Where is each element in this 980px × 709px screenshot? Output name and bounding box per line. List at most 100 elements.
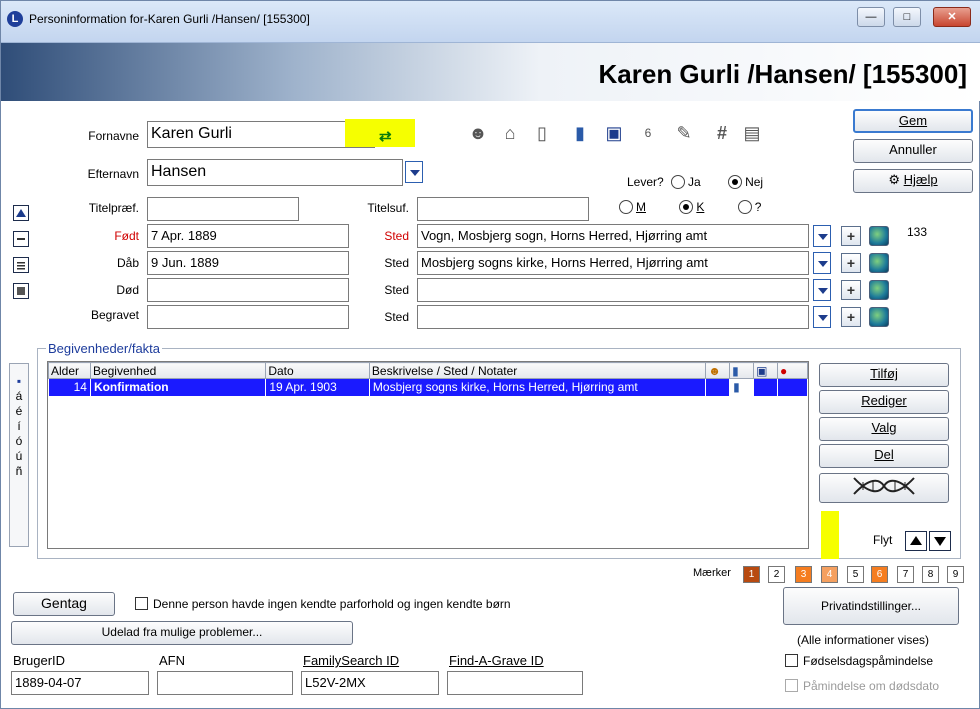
- marker-7[interactable]: 7: [897, 566, 914, 583]
- alive-no-radio[interactable]: [728, 175, 743, 189]
- foedt-place-dropdown[interactable]: [813, 225, 831, 247]
- char-o[interactable]: ó: [10, 434, 28, 449]
- daab-globe-icon[interactable]: [869, 253, 889, 273]
- doed-globe-icon[interactable]: [869, 280, 889, 300]
- calendar-icon[interactable]: 6: [637, 122, 659, 144]
- sex-unknown-option[interactable]: ?: [737, 200, 761, 214]
- open-book-icon[interactable]: ▤: [741, 122, 763, 144]
- repeat-button[interactable]: Gentag: [13, 592, 115, 616]
- no-partner-checkbox-row[interactable]: Denne person havde ingen kendte parforho…: [135, 597, 511, 611]
- help-button[interactable]: ⚙ Hjælp: [853, 169, 973, 193]
- scroll-icon[interactable]: ✎: [673, 122, 695, 144]
- sex-m-radio[interactable]: [619, 200, 633, 214]
- marker-3[interactable]: 3: [795, 566, 812, 583]
- photo-icon[interactable]: ▣: [603, 122, 625, 144]
- doed-place-input[interactable]: [417, 278, 809, 302]
- daab-place-dropdown[interactable]: [813, 252, 831, 274]
- fornavne-input[interactable]: Karen Gurli: [147, 121, 375, 148]
- marker-1[interactable]: 1: [743, 566, 760, 583]
- col-alder[interactable]: Alder: [48, 362, 91, 379]
- hash-icon[interactable]: #: [711, 122, 733, 144]
- single-line-button[interactable]: [13, 231, 29, 247]
- foedt-place-input[interactable]: Vogn, Mosbjerg sogn, Horns Herred, Hjørr…: [417, 224, 809, 248]
- house-icon[interactable]: ⌂: [499, 122, 521, 144]
- begravet-add-place-button[interactable]: +: [841, 307, 861, 327]
- begravet-place-dropdown[interactable]: [813, 306, 831, 328]
- begravet-date-input[interactable]: [147, 305, 349, 329]
- familysearch-id-input[interactable]: L52V-2MX: [301, 671, 439, 695]
- daab-place-input[interactable]: Mosbjerg sogns kirke, Horns Herred, Hjør…: [417, 251, 809, 275]
- sex-m-option[interactable]: M: [619, 200, 646, 214]
- marker-8[interactable]: 8: [922, 566, 939, 583]
- marker-9[interactable]: 9: [947, 566, 964, 583]
- doed-place-dropdown[interactable]: [813, 279, 831, 301]
- edit-event-button[interactable]: Rediger: [819, 390, 949, 414]
- col-photo-icon[interactable]: ▣: [753, 362, 779, 379]
- minimize-button[interactable]: —: [857, 7, 885, 27]
- multi-line-button[interactable]: [13, 257, 29, 273]
- books-icon[interactable]: ▮: [569, 122, 591, 144]
- char-n[interactable]: ñ: [10, 464, 28, 479]
- afn-input[interactable]: [157, 671, 293, 695]
- col-dato[interactable]: Dato: [265, 362, 370, 379]
- foedt-add-place-button[interactable]: +: [841, 226, 861, 246]
- begravet-globe-icon[interactable]: [869, 307, 889, 327]
- alive-no-option[interactable]: Nej: [728, 175, 763, 189]
- people-icon[interactable]: ☻: [467, 122, 489, 144]
- efternavn-dropdown-button[interactable]: [405, 161, 423, 183]
- marker-6[interactable]: 6: [871, 566, 888, 583]
- table-row[interactable]: 14 Konfirmation 19 Apr. 1903 Mosbjerg so…: [48, 378, 808, 396]
- swap-names-icon[interactable]: ⇄: [379, 127, 392, 145]
- sex-k-option[interactable]: K: [679, 200, 704, 214]
- bruger-id-input[interactable]: 1889-04-07: [11, 671, 149, 695]
- birthday-reminder-row[interactable]: Fødselsdagspåmindelse: [785, 654, 933, 668]
- row-source-icon[interactable]: ▮: [729, 378, 755, 396]
- find-a-grave-id-input[interactable]: [447, 671, 583, 695]
- exclude-problems-button[interactable]: Udelad fra mulige problemer...: [11, 621, 353, 645]
- note-icon[interactable]: ▯: [531, 122, 553, 144]
- share-button[interactable]: Del: [819, 444, 949, 468]
- doed-date-input[interactable]: [147, 278, 349, 302]
- move-event-up-button[interactable]: [905, 531, 927, 551]
- daab-date-input[interactable]: 9 Jun. 1889: [147, 251, 349, 275]
- close-button[interactable]: ✕: [933, 7, 971, 27]
- no-partner-checkbox[interactable]: [135, 597, 148, 610]
- marker-2[interactable]: 2: [768, 566, 785, 583]
- col-people-icon[interactable]: ☻: [705, 362, 731, 379]
- begravet-place-input[interactable]: [417, 305, 809, 329]
- sex-k-radio[interactable]: [679, 200, 694, 214]
- alive-yes-radio[interactable]: [671, 175, 686, 189]
- marker-5[interactable]: 5: [847, 566, 864, 583]
- col-books-icon[interactable]: ▮: [729, 362, 755, 379]
- efternavn-input[interactable]: Hansen: [147, 159, 403, 186]
- block-view-button[interactable]: [13, 283, 29, 299]
- move-event-down-button[interactable]: [929, 531, 951, 551]
- add-event-button[interactable]: Tilføj: [819, 363, 949, 387]
- col-beskrivelse[interactable]: Beskrivelse / Sted / Notater: [368, 362, 707, 379]
- sex-unknown-radio[interactable]: [737, 200, 752, 214]
- cancel-button[interactable]: Annuller: [853, 139, 973, 163]
- familysearch-id-link[interactable]: FamilySearch ID: [303, 653, 399, 668]
- col-begivenhed[interactable]: Begivenhed: [89, 362, 267, 379]
- col-alert-icon[interactable]: ●: [777, 362, 808, 379]
- titelpraef-input[interactable]: [147, 197, 299, 221]
- find-a-grave-id-link[interactable]: Find-A-Grave ID: [449, 653, 544, 668]
- daab-add-place-button[interactable]: +: [841, 253, 861, 273]
- foedt-date-input[interactable]: 7 Apr. 1889: [147, 224, 349, 248]
- char-u[interactable]: ú: [10, 449, 28, 464]
- options-button[interactable]: Valg: [819, 417, 949, 441]
- alive-yes-option[interactable]: Ja: [671, 175, 701, 189]
- char-a[interactable]: á: [10, 389, 28, 404]
- maximize-button[interactable]: □: [893, 7, 921, 27]
- dna-button[interactable]: [819, 473, 949, 503]
- save-button[interactable]: Gem: [853, 109, 973, 133]
- move-up-button[interactable]: [13, 205, 29, 221]
- foedt-globe-icon[interactable]: [869, 226, 889, 246]
- titelsuf-input[interactable]: [417, 197, 589, 221]
- birthday-reminder-checkbox[interactable]: [785, 654, 798, 667]
- char-e[interactable]: é: [10, 404, 28, 419]
- doed-add-place-button[interactable]: +: [841, 280, 861, 300]
- marker-4[interactable]: 4: [821, 566, 838, 583]
- privacy-settings-button[interactable]: Privatindstillinger...: [783, 587, 959, 625]
- char-i[interactable]: í: [10, 419, 28, 434]
